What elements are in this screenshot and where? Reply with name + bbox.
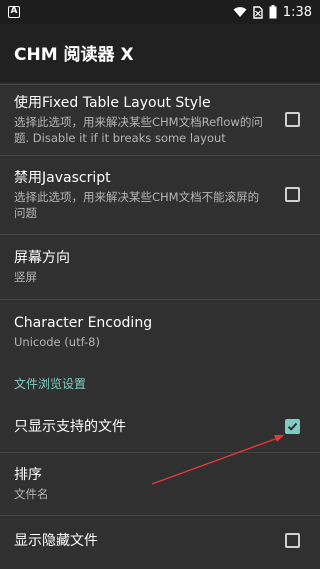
show-hidden-files-checkbox[interactable] [285, 533, 300, 548]
status-right: 1:38 [233, 5, 312, 20]
setting-title: 排序 [14, 467, 42, 483]
notification-app-icon: A [8, 6, 20, 18]
setting-summary: Unicode (utf-8) [14, 335, 100, 349]
battery-icon [269, 5, 277, 19]
fixed-table-layout-checkbox[interactable] [285, 112, 300, 127]
setting-show-supported-files[interactable]: 只显示支持的文件 [0, 402, 320, 452]
setting-title: 禁用Javascript [14, 170, 111, 186]
setting-summary: 选择此选项，用来解决某些CHM文档Reflow的问题. Disable it i… [14, 115, 263, 145]
setting-summary: 竖屏 [14, 270, 37, 284]
setting-sort-order[interactable]: 排序 文件名 [0, 453, 320, 515]
setting-title: 屏幕方向 [14, 250, 70, 266]
setting-summary: 文件名 [14, 487, 49, 501]
status-time: 1:38 [282, 4, 312, 20]
app-bar: CHM 阅读器 X [0, 24, 320, 80]
check-icon [287, 422, 298, 431]
category-file-browser: 文件浏览设置 [14, 376, 87, 391]
setting-screen-orientation[interactable]: 屏幕方向 竖屏 [0, 235, 320, 299]
setting-character-encoding[interactable]: Character Encoding Unicode (utf-8) [0, 300, 320, 364]
wifi-icon [233, 7, 247, 17]
disable-javascript-checkbox[interactable] [285, 187, 300, 202]
setting-disable-javascript[interactable]: 禁用Javascript 选择此选项，用来解决某些CHM文档不能滚屏的问题 [0, 156, 320, 234]
show-supported-files-checkbox[interactable] [285, 419, 300, 434]
settings-list[interactable]: 使用Fixed Table Layout Style 选择此选项，用来解决某些C… [0, 84, 320, 566]
setting-fixed-table-layout[interactable]: 使用Fixed Table Layout Style 选择此选项，用来解决某些C… [0, 85, 320, 155]
status-bar: A 1:38 [0, 0, 320, 24]
no-sim-icon [253, 5, 263, 19]
app-title: CHM 阅读器 X [14, 44, 134, 65]
setting-title: 显示隐藏文件 [14, 533, 98, 549]
setting-summary: 选择此选项，用来解决某些CHM文档不能滚屏的问题 [14, 190, 260, 220]
setting-title: 使用Fixed Table Layout Style [14, 95, 211, 111]
status-left: A [8, 6, 20, 18]
setting-title: 只显示支持的文件 [14, 419, 126, 435]
setting-show-hidden-files[interactable]: 显示隐藏文件 [0, 516, 320, 566]
setting-title: Character Encoding [14, 315, 153, 331]
